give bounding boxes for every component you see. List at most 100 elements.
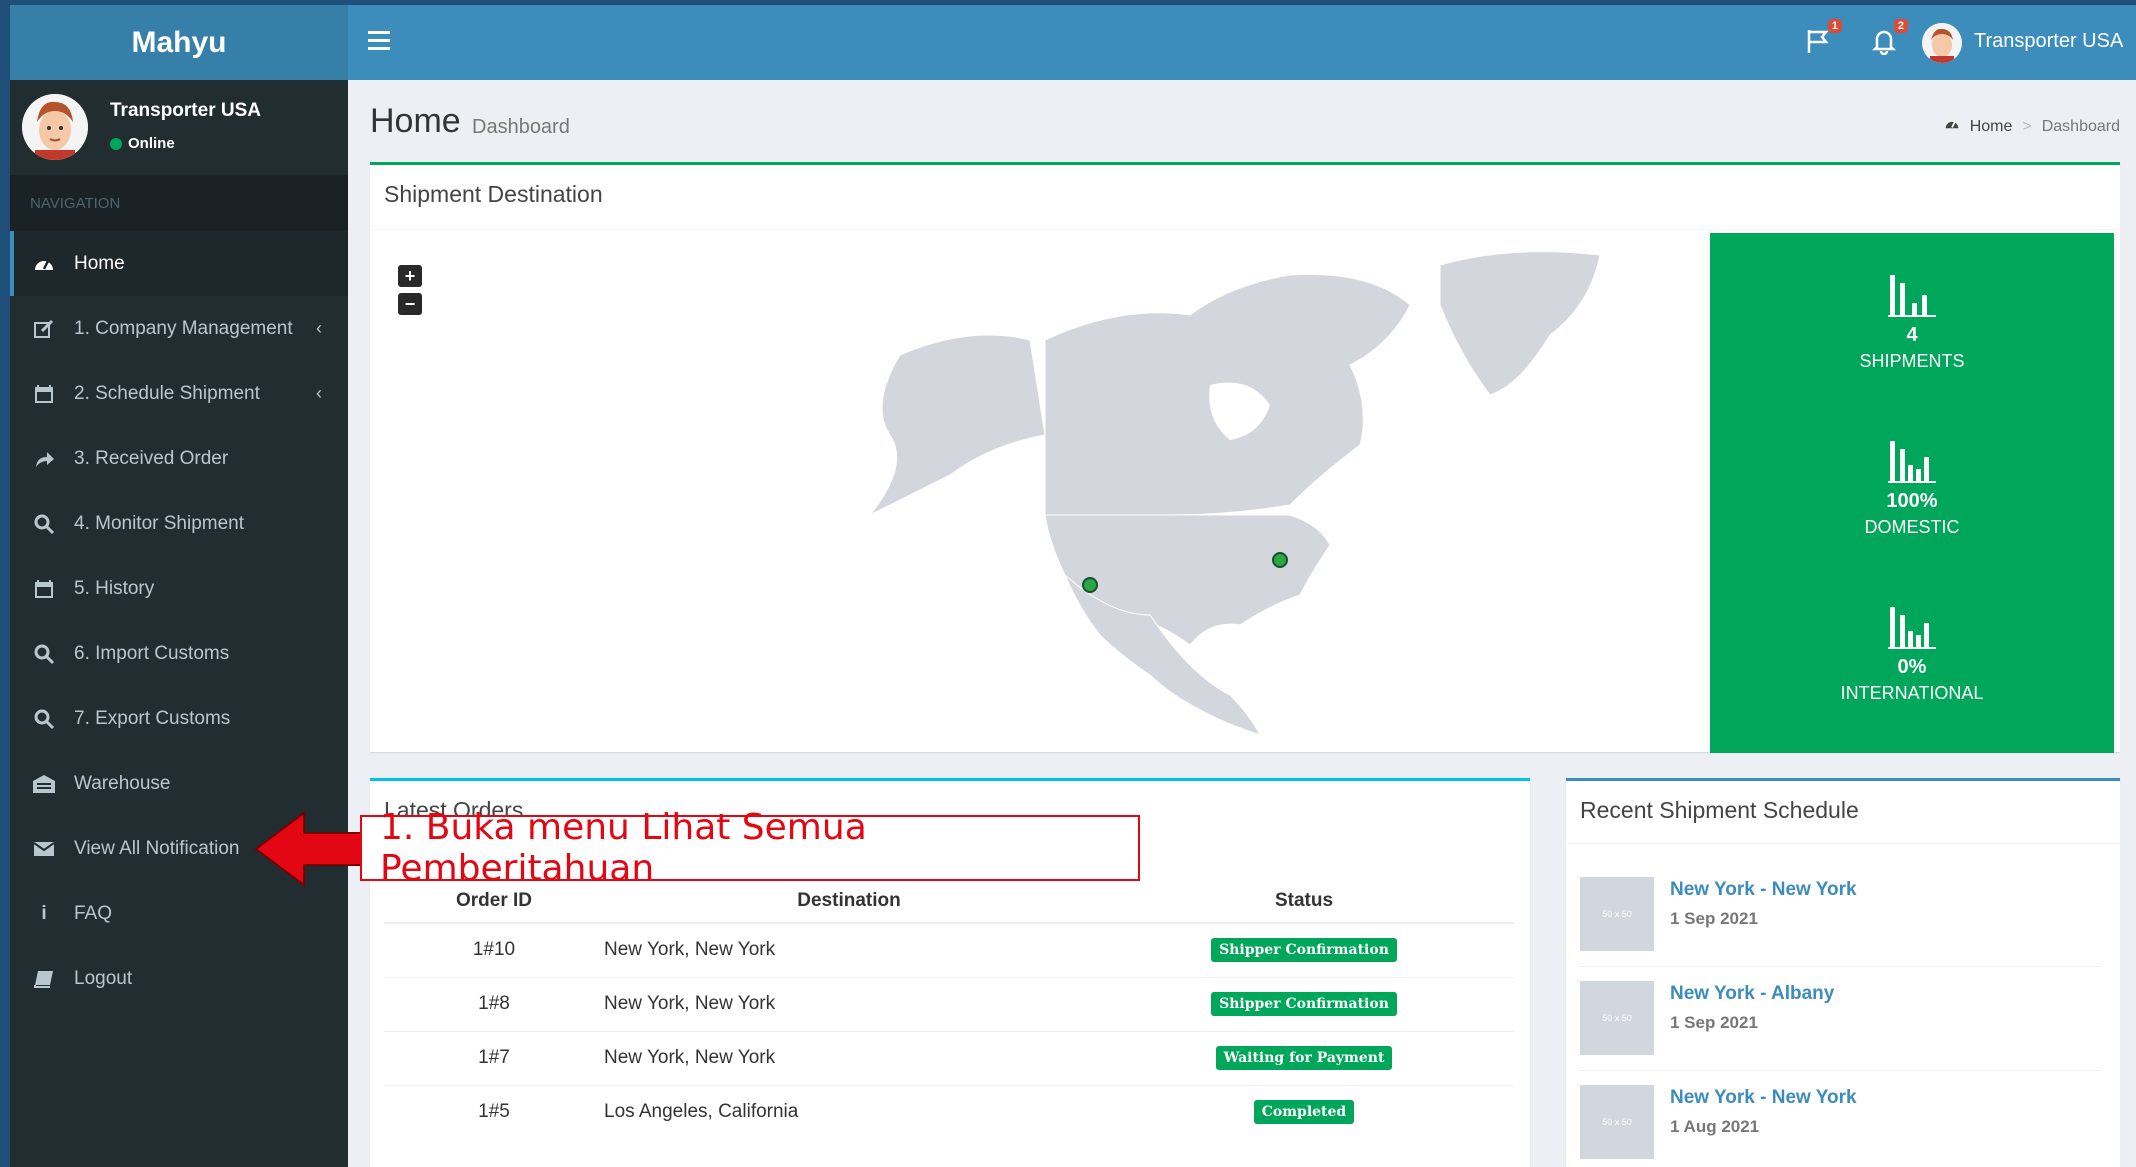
envelope-icon xyxy=(32,837,56,861)
calendar-icon xyxy=(32,577,56,601)
bell-icon[interactable]: 2 xyxy=(1870,19,1908,57)
hamburger-menu-icon[interactable] xyxy=(368,31,390,50)
sidebar-item-home[interactable]: Home xyxy=(10,231,348,296)
zoom-out-button[interactable]: − xyxy=(398,293,422,315)
schedule-route-link[interactable]: New York - New York xyxy=(1670,1087,1857,1109)
map-marker-los-angeles[interactable] xyxy=(1082,577,1098,593)
list-item[interactable]: 50 x 50 New York - New York 1 Sep 2021 xyxy=(1580,877,2100,967)
sidebar-item-label: 6. Import Customs xyxy=(74,642,230,664)
stat-value: 4 xyxy=(1906,324,1918,346)
order-id-link[interactable]: 1#5 xyxy=(384,1084,604,1139)
schedule-date: 1 Aug 2021 xyxy=(1670,1117,1760,1136)
chevron-left-icon: ‹ xyxy=(316,318,322,338)
sidebar-item-label: 2. Schedule Shipment xyxy=(74,382,260,404)
status-badge: Shipper Confirmation xyxy=(1211,938,1397,963)
book-icon xyxy=(32,967,56,991)
page-subtitle: Dashboard xyxy=(472,116,570,138)
order-destination: Los Angeles, California xyxy=(604,1084,1094,1139)
chevron-left-icon: ‹ xyxy=(316,383,322,403)
sidebar-item-monitor-shipment[interactable]: 4. Monitor Shipment xyxy=(10,491,348,556)
sidebar-item-logout[interactable]: Logout xyxy=(10,946,348,1011)
breadcrumb-current: Dashboard xyxy=(2041,117,2120,135)
dashboard-icon xyxy=(1944,117,1960,136)
sidebar-item-label: 1. Company Management xyxy=(74,317,293,339)
bar-chart-icon xyxy=(1888,441,1936,483)
stat-domestic: 100% DOMESTIC xyxy=(1710,439,2114,538)
stat-shipments: 4 SHIPMENTS xyxy=(1710,273,2114,372)
sidebar-item-history[interactable]: 5. History xyxy=(10,556,348,621)
sidebar-item-label: 3. Received Order xyxy=(74,447,229,469)
sidebar: Transporter USA Online NAVIGATION Home 1… xyxy=(10,80,348,1167)
flag-icon[interactable]: 1 xyxy=(1804,19,1842,57)
order-destination: New York, New York xyxy=(604,976,1094,1031)
annotation-callout: 1. Buka menu Lihat Semua Pemberitahuan xyxy=(360,807,1140,889)
table-row: 1#8 New York, New York Shipper Confirmat… xyxy=(384,976,1514,1031)
stat-value: 0% xyxy=(1897,656,1927,678)
search-icon xyxy=(32,707,56,731)
status-badge: Waiting for Payment xyxy=(1215,1046,1393,1070)
sidebar-item-label: 7. Export Customs xyxy=(74,707,231,729)
table-row: 1#10 New York, New York Shipper Confirma… xyxy=(384,922,1514,977)
box-title: Recent Shipment Schedule xyxy=(1580,797,1859,823)
sidebar-item-label: 5. History xyxy=(74,577,155,599)
top-navbar: 1 2 Transporter USA xyxy=(348,5,2136,80)
column-header: Status xyxy=(1094,879,1514,924)
online-dot-icon xyxy=(110,137,122,150)
bell-badge: 2 xyxy=(1893,19,1908,33)
divider xyxy=(370,229,2120,230)
bar-chart-icon xyxy=(1888,275,1936,317)
header-user-name[interactable]: Transporter USA xyxy=(1974,30,2123,53)
share-icon xyxy=(32,447,56,471)
thumbnail-image: 50 x 50 xyxy=(1580,981,1654,1055)
order-destination: New York, New York xyxy=(604,922,1094,977)
schedule-route-link[interactable]: New York - New York xyxy=(1670,879,1857,901)
shipment-destination-box: Shipment Destination + − 4 SHIPMENTS 100… xyxy=(370,162,2120,753)
search-icon xyxy=(32,642,56,666)
page-title: Home xyxy=(370,102,461,140)
sidebar-item-import-customs[interactable]: 6. Import Customs xyxy=(10,621,348,686)
bar-chart-icon xyxy=(1888,607,1936,649)
schedule-route-link[interactable]: New York - Albany xyxy=(1670,983,1834,1005)
flag-badge: 1 xyxy=(1827,19,1842,33)
north-america-map[interactable] xyxy=(670,245,1670,745)
thumbnail-image: 50 x 50 xyxy=(1580,1085,1654,1159)
search-icon xyxy=(32,512,56,536)
orders-table: Order ID Destination Status 1#10 New Yor… xyxy=(384,879,1514,1139)
sidebar-item-faq[interactable]: i FAQ xyxy=(10,881,348,946)
info-icon: i xyxy=(41,902,47,924)
warehouse-icon xyxy=(32,772,56,796)
annotation-arrow-icon xyxy=(254,811,369,887)
header-avatar[interactable] xyxy=(1922,23,1962,63)
list-item[interactable]: 50 x 50 New York - New York 1 Aug 2021 xyxy=(1580,1085,2100,1167)
recent-shipment-schedule-box: Recent Shipment Schedule 50 x 50 New Yor… xyxy=(1566,778,2120,1167)
zoom-in-button[interactable]: + xyxy=(398,265,422,287)
sidebar-item-label: FAQ xyxy=(74,902,113,924)
avatar xyxy=(22,94,88,160)
order-id-link[interactable]: 1#10 xyxy=(384,922,604,977)
list-item[interactable]: 50 x 50 New York - Albany 1 Sep 2021 xyxy=(1580,981,2100,1071)
sidebar-item-label: Logout xyxy=(74,967,133,989)
user-panel: Transporter USA Online xyxy=(10,80,348,175)
sidebar-item-label: View All Notification xyxy=(74,837,240,859)
user-status: Online xyxy=(110,135,175,152)
nav-header: NAVIGATION xyxy=(10,175,348,231)
sidebar-item-schedule-shipment[interactable]: 2. Schedule Shipment ‹ xyxy=(10,361,348,426)
brand-logo[interactable]: Mahyu xyxy=(10,5,348,80)
order-id-link[interactable]: 1#8 xyxy=(384,976,604,1031)
sidebar-item-export-customs[interactable]: 7. Export Customs xyxy=(10,686,348,751)
box-title: Shipment Destination xyxy=(384,181,603,207)
sidebar-item-label: 4. Monitor Shipment xyxy=(74,512,245,534)
sidebar-item-label: Warehouse xyxy=(74,772,171,794)
table-row: 1#5 Los Angeles, California Completed xyxy=(384,1084,1514,1139)
sidebar-item-received-order[interactable]: 3. Received Order xyxy=(10,426,348,491)
map-marker-new-york[interactable] xyxy=(1272,552,1288,568)
order-id-link[interactable]: 1#7 xyxy=(384,1030,604,1085)
shipment-stats-panel: 4 SHIPMENTS 100% DOMESTIC 0% INTERNATION… xyxy=(1710,233,2114,753)
schedule-date: 1 Sep 2021 xyxy=(1670,1013,1758,1032)
thumbnail-image: 50 x 50 xyxy=(1580,877,1654,951)
table-row: 1#7 New York, New York Waiting for Payme… xyxy=(384,1030,1514,1085)
breadcrumb-home-link[interactable]: Home xyxy=(1970,118,2013,136)
user-name: Transporter USA xyxy=(110,100,261,121)
sidebar-item-warehouse[interactable]: Warehouse xyxy=(10,751,348,816)
sidebar-item-company-management[interactable]: 1. Company Management ‹ xyxy=(10,296,348,361)
